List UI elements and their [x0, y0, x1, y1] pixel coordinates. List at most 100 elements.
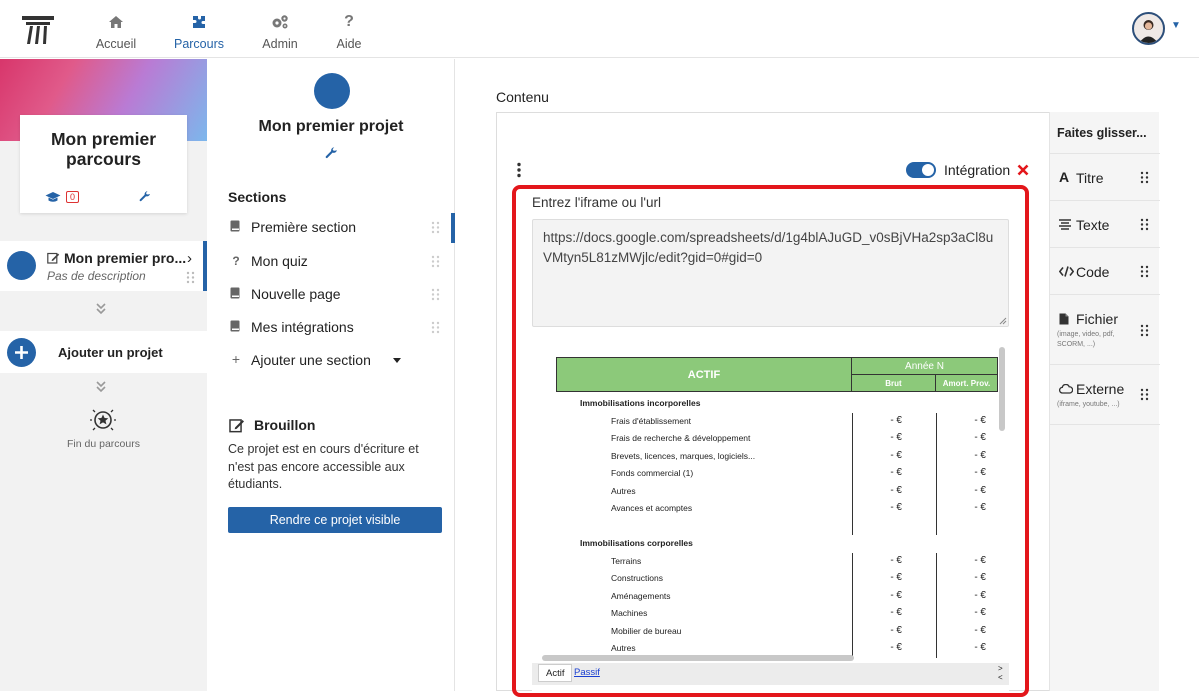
palette-item-titre[interactable]: A Titre [1050, 154, 1160, 201]
home-icon [81, 13, 151, 31]
sheet-cell-value: - € [852, 412, 902, 430]
sheet-row-label: Constructions [611, 573, 663, 583]
book-icon [230, 220, 242, 234]
palette-item-hint: (iframe, youtube, ...) [1057, 401, 1120, 408]
section-item[interactable]: Nouvelle page [228, 280, 455, 310]
sheet-row: Constructions - € - € [556, 570, 998, 588]
app-logo[interactable] [20, 14, 56, 46]
sheet-cell-value: - € [852, 500, 902, 518]
wrench-icon[interactable] [325, 147, 338, 160]
project-title: Mon premier projet [258, 118, 404, 135]
nav-label: Parcours [173, 37, 225, 51]
drag-handle-icon[interactable] [1140, 324, 1149, 337]
sheet-horizontal-scrollbar[interactable] [542, 655, 854, 661]
sheet-cell-value: - € [852, 605, 902, 623]
draft-description: Ce projet est en cours d'écriture et n'e… [228, 442, 419, 491]
sheet-row: Fonds commercial (1) - € - € [556, 465, 998, 483]
sheet-cell-value: - € [936, 552, 986, 570]
drag-handle-icon[interactable] [431, 221, 440, 234]
course-title: Mon premier parcours [50, 129, 157, 169]
sheet-cell-empty [852, 517, 902, 535]
sheet-row-label: Avances et acomptes [611, 503, 693, 513]
user-avatar[interactable] [1132, 12, 1165, 45]
sheet-row-label: Autres [611, 485, 636, 496]
nav-label: Admin [262, 37, 298, 51]
palette-item-label: Texte [1076, 217, 1110, 233]
chevron-right-icon[interactable]: › [187, 250, 192, 267]
sheet-cell-value: - € [936, 482, 986, 500]
sheet-cell-value: - € [936, 430, 986, 448]
font-icon: A [1059, 169, 1070, 185]
integration-label: Intégration [944, 162, 1011, 178]
iframe-url-input[interactable]: https://docs.google.com/spreadsheets/d/1… [532, 219, 1009, 327]
sheet-row: Brevets, licences, marques, logiciels...… [556, 447, 998, 465]
question-icon: ? [344, 13, 354, 30]
sheet-cell-value: - € [936, 605, 986, 623]
drag-handle-icon[interactable] [431, 288, 440, 301]
chevron-down-icon[interactable]: ▼ [1171, 20, 1181, 31]
sheet-cell-value: - € [852, 430, 902, 448]
sheet-row-label: Frais d'établissement [611, 415, 692, 426]
project-avatar [7, 251, 36, 280]
palette-item-code[interactable]: Code [1050, 248, 1160, 295]
add-project-label: Ajouter un projet [58, 345, 163, 360]
resize-handle-icon[interactable] [999, 317, 1007, 325]
code-icon [1059, 266, 1074, 277]
sheet-tab-actif[interactable]: Actif [538, 664, 573, 682]
make-visible-button[interactable]: Rendre ce projet visible [228, 507, 442, 533]
nav-aide[interactable]: ? Aide [314, 13, 384, 51]
sheet-cell-value: - € [936, 412, 986, 430]
sheet-row [556, 517, 998, 535]
add-section-dropdown[interactable]: + Ajouter une section [228, 346, 455, 376]
sheet-cell-value: - € [852, 552, 902, 570]
section-item[interactable]: ? Mon quiz [228, 247, 455, 277]
sheet-cell-value: - € [936, 447, 986, 465]
drag-handle-icon[interactable] [186, 271, 195, 284]
project-list-item[interactable]: Mon premier pro... Pas de description › [0, 241, 207, 291]
section-item[interactable]: Mes intégrations [228, 313, 455, 343]
sheet-row: Mobilier de bureau - € - € [556, 622, 998, 640]
palette-item-texte[interactable]: Texte [1050, 201, 1160, 248]
drag-handle-icon[interactable] [1140, 218, 1149, 231]
sheet-row-label: Aménagements [611, 590, 671, 601]
embedded-spreadsheet[interactable]: ACTIF Année N Brut Amort. Prov. Immobili… [532, 339, 1009, 691]
section-label: Mes intégrations [251, 319, 354, 335]
wrench-icon[interactable] [139, 191, 151, 203]
course-card[interactable]: Mon premier parcours 0 [20, 115, 187, 213]
nav-admin[interactable]: Admin [245, 13, 315, 51]
sheet-row-label: Brevets, licences, marques, logiciels... [611, 450, 756, 461]
add-section-label: Ajouter une section [251, 352, 371, 368]
sheet-vertical-scrollbar[interactable] [999, 347, 1005, 431]
palette-item-fichier[interactable]: Fichier (image, video, pdf, SCORM, ...) [1050, 295, 1160, 365]
project-avatar [314, 73, 350, 109]
section-item[interactable]: Première section [228, 213, 455, 243]
drag-handle-icon[interactable] [1140, 171, 1149, 184]
sheet-tab-passif[interactable]: Passif [574, 667, 600, 678]
content-heading: Contenu [496, 89, 549, 105]
integration-toggle[interactable] [906, 162, 936, 178]
palette-heading: Faites glisser... [1050, 112, 1160, 154]
align-icon [1059, 219, 1071, 230]
drag-handle-icon[interactable] [1140, 265, 1149, 278]
file-icon [1059, 313, 1069, 325]
kebab-menu-icon[interactable] [516, 162, 522, 178]
section-label: Première section [251, 219, 357, 235]
nav-parcours[interactable]: Parcours [164, 13, 234, 51]
cloud-icon [1059, 384, 1073, 394]
edit-icon [47, 252, 60, 264]
gears-icon [245, 13, 315, 31]
drag-handle-icon[interactable] [431, 255, 440, 268]
sheet-cell-value: - € [852, 447, 902, 465]
drag-handle-icon[interactable] [1140, 388, 1149, 401]
palette-item-externe[interactable]: Externe (iframe, youtube, ...) [1050, 365, 1160, 425]
blocks-palette: Faites glisser... A Titre Texte Code Fic… [1049, 112, 1160, 691]
add-project-button[interactable]: Ajouter un projet [0, 331, 207, 373]
sheet-tab-arrows-icon[interactable]: > < [998, 664, 1003, 682]
delete-block-icon[interactable] [1017, 164, 1029, 176]
drag-handle-icon[interactable] [431, 321, 440, 334]
sheet-row: Machines - € - € [556, 605, 998, 623]
palette-item-label: Fichier [1076, 311, 1119, 327]
sheet-row: Autres - € - € [556, 482, 998, 500]
project-panel: Mon premier projet Sections Première sec… [207, 59, 455, 691]
nav-accueil[interactable]: Accueil [81, 13, 151, 51]
